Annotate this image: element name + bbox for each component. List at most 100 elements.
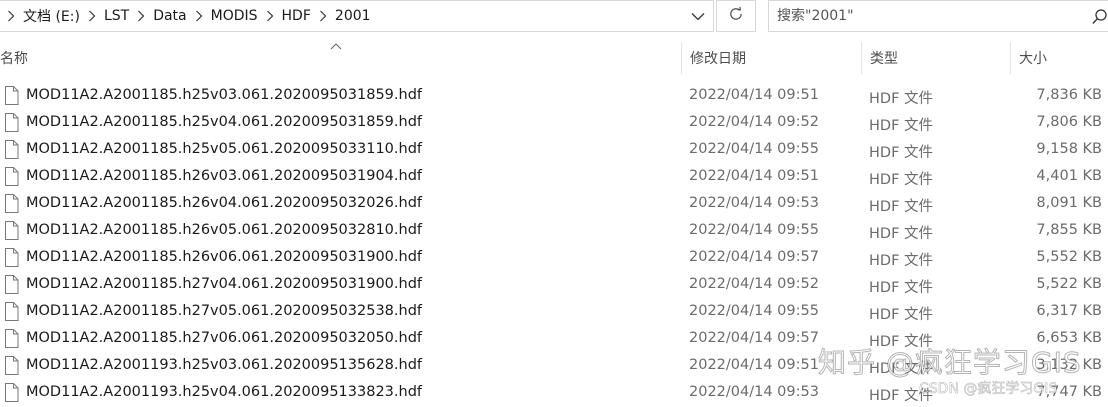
file-icon — [4, 302, 19, 321]
file-size: 4,401 KB — [1036, 168, 1102, 184]
breadcrumb-item[interactable]: 文档 (E:) — [18, 1, 85, 31]
file-date: 2022/04/14 09:55 — [689, 222, 819, 238]
file-size: 9,158 KB — [1036, 141, 1102, 157]
file-name: MOD11A2.A2001193.h25v03.061.202009513562… — [26, 357, 423, 373]
toolbar: 文档 (E:) LST Data MODIS HDF 2001 — [0, 0, 1108, 34]
file-row[interactable]: MOD11A2.A2001185.h25v03.061.202009503185… — [0, 83, 1108, 110]
file-name: MOD11A2.A2001185.h25v05.061.202009503311… — [26, 141, 423, 157]
file-name: MOD11A2.A2001185.h27v05.061.202009503253… — [26, 303, 423, 319]
column-header-size[interactable]: 大小 — [1010, 42, 1108, 74]
breadcrumb-item[interactable]: LST — [99, 1, 134, 31]
file-icon — [4, 356, 19, 375]
column-label: 类型 — [870, 51, 898, 67]
file-name: MOD11A2.A2001185.h26v05.061.202009503281… — [26, 222, 423, 238]
file-row[interactable]: MOD11A2.A2001185.h26v03.061.202009503190… — [0, 164, 1108, 191]
file-date: 2022/04/14 09:51 — [689, 168, 819, 184]
file-icon — [4, 383, 19, 402]
file-type: HDF 文件 — [869, 118, 934, 134]
search-icon[interactable] — [1092, 8, 1108, 26]
file-icon — [4, 275, 19, 294]
file-row[interactable]: MOD11A2.A2001185.h26v04.061.202009503202… — [0, 191, 1108, 218]
column-header: 名称 修改日期 类型 大小 — [0, 42, 1108, 74]
file-size: 5,552 KB — [1036, 249, 1102, 265]
file-date: 2022/04/14 09:52 — [689, 114, 819, 130]
file-date: 2022/04/14 09:53 — [689, 384, 819, 400]
breadcrumb-label: MODIS — [210, 8, 258, 24]
file-row[interactable]: MOD11A2.A2001185.h26v06.061.202009503190… — [0, 245, 1108, 272]
file-name: MOD11A2.A2001193.h25v04.061.202009513382… — [26, 384, 423, 400]
file-type: HDF 文件 — [869, 253, 934, 269]
file-name: MOD11A2.A2001185.h25v04.061.202009503185… — [26, 114, 423, 130]
chevron-right-icon[interactable] — [134, 10, 148, 22]
column-label: 名称 — [0, 51, 28, 67]
column-header-name[interactable]: 名称 — [0, 42, 681, 74]
file-type: HDF 文件 — [869, 226, 934, 242]
refresh-button[interactable] — [716, 0, 756, 32]
file-row[interactable]: MOD11A2.A2001185.h25v05.061.202009503311… — [0, 137, 1108, 164]
file-row[interactable]: MOD11A2.A2001185.h27v04.061.202009503190… — [0, 272, 1108, 299]
file-name: MOD11A2.A2001185.h26v03.061.202009503190… — [26, 168, 423, 184]
file-name: MOD11A2.A2001185.h27v04.061.202009503190… — [26, 276, 423, 292]
file-name: MOD11A2.A2001185.h26v04.061.202009503202… — [26, 195, 423, 211]
watermark-secondary: CSDN @疯狂学习GIS — [919, 381, 1058, 398]
chevron-right-icon[interactable] — [4, 10, 18, 22]
file-icon — [4, 167, 19, 186]
breadcrumb-item[interactable]: HDF — [277, 1, 316, 31]
file-name: MOD11A2.A2001185.h25v03.061.202009503185… — [26, 87, 423, 103]
file-date: 2022/04/14 09:57 — [689, 330, 819, 346]
column-header-type[interactable]: 类型 — [861, 42, 1010, 74]
file-icon — [4, 140, 19, 159]
column-label: 大小 — [1019, 51, 1047, 67]
file-size: 6,317 KB — [1036, 303, 1102, 319]
file-type: HDF 文件 — [869, 280, 934, 296]
file-icon — [4, 113, 19, 132]
file-type: HDF 文件 — [869, 307, 934, 323]
chevron-down-icon[interactable] — [689, 1, 707, 31]
file-date: 2022/04/14 09:57 — [689, 249, 819, 265]
address-bar[interactable]: 文档 (E:) LST Data MODIS HDF 2001 — [0, 0, 714, 32]
file-size: 7,855 KB — [1036, 222, 1102, 238]
search-input[interactable] — [777, 6, 1077, 26]
file-date: 2022/04/14 09:52 — [689, 276, 819, 292]
file-icon — [4, 329, 19, 348]
file-size: 8,091 KB — [1036, 195, 1102, 211]
file-icon — [4, 86, 19, 105]
chevron-right-icon[interactable] — [192, 10, 206, 22]
column-header-date[interactable]: 修改日期 — [681, 42, 861, 74]
file-size: 7,806 KB — [1036, 114, 1102, 130]
breadcrumb-label: Data — [153, 8, 187, 24]
file-date: 2022/04/14 09:51 — [689, 87, 819, 103]
file-row[interactable]: MOD11A2.A2001185.h26v05.061.202009503281… — [0, 218, 1108, 245]
file-name: MOD11A2.A2001185.h27v06.061.202009503205… — [26, 330, 423, 346]
file-date: 2022/04/14 09:55 — [689, 303, 819, 319]
file-type: HDF 文件 — [869, 172, 934, 188]
chevron-right-icon[interactable] — [316, 10, 330, 22]
breadcrumb-label: LST — [103, 8, 130, 24]
search-box[interactable] — [768, 0, 1108, 32]
column-label: 修改日期 — [690, 51, 746, 67]
file-date: 2022/04/14 09:53 — [689, 195, 819, 211]
chevron-right-icon[interactable] — [263, 10, 277, 22]
breadcrumb-item[interactable]: Data — [148, 1, 191, 31]
file-date: 2022/04/14 09:55 — [689, 141, 819, 157]
file-type: HDF 文件 — [869, 145, 934, 161]
file-icon — [4, 194, 19, 213]
file-type: HDF 文件 — [869, 91, 934, 107]
file-icon — [4, 221, 19, 240]
file-size: 5,522 KB — [1036, 276, 1102, 292]
breadcrumb-item[interactable]: MODIS — [206, 1, 263, 31]
file-type: HDF 文件 — [869, 199, 934, 215]
watermark: 知乎 @疯狂学习GIS — [818, 346, 1082, 380]
file-icon — [4, 248, 19, 267]
file-date: 2022/04/14 09:51 — [689, 357, 819, 373]
breadcrumb-label: 2001 — [334, 8, 371, 24]
file-size: 7,836 KB — [1036, 87, 1102, 103]
chevron-right-icon[interactable] — [85, 10, 99, 22]
file-name: MOD11A2.A2001185.h26v06.061.202009503190… — [26, 249, 423, 265]
file-row[interactable]: MOD11A2.A2001185.h27v05.061.202009503253… — [0, 299, 1108, 326]
file-row[interactable]: MOD11A2.A2001185.h25v04.061.202009503185… — [0, 110, 1108, 137]
breadcrumb-item[interactable]: 2001 — [330, 1, 376, 31]
breadcrumb-label: HDF — [281, 8, 311, 24]
refresh-icon — [728, 6, 744, 26]
breadcrumb-label: 文档 (E:) — [23, 9, 80, 25]
